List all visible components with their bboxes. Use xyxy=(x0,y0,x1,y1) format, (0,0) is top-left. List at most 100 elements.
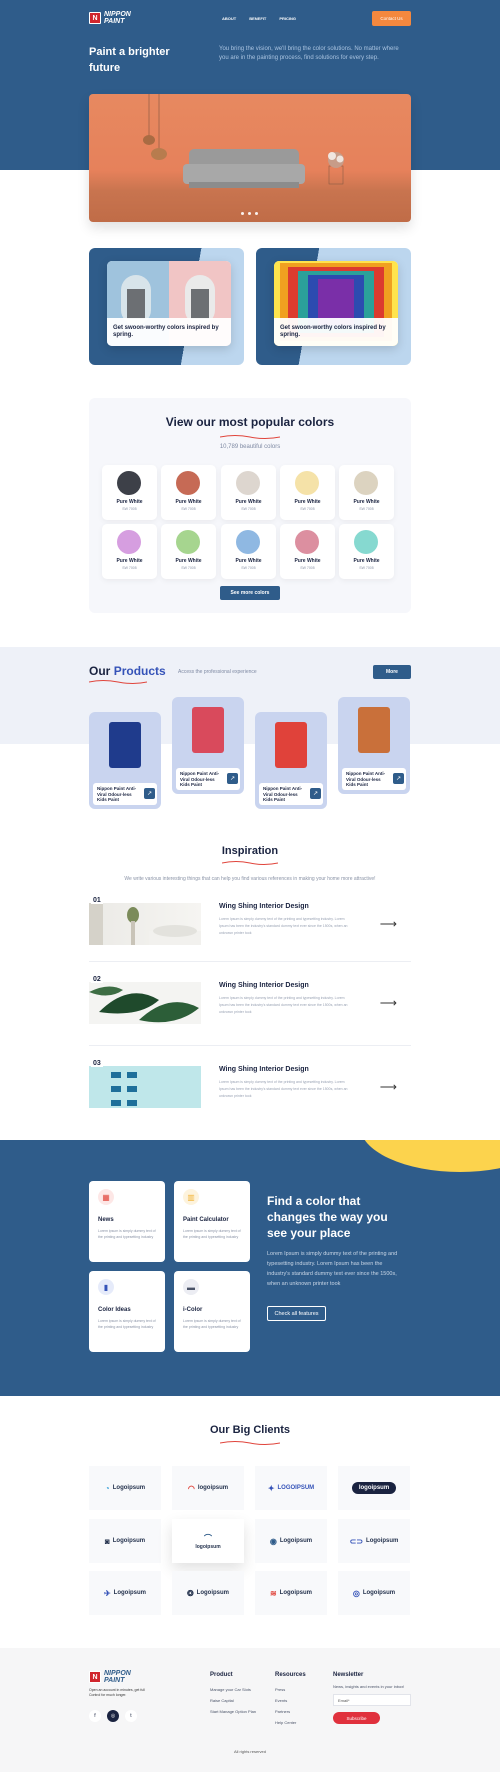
footer-link[interactable]: Events xyxy=(275,1698,287,1703)
twitter-icon[interactable]: t xyxy=(125,1710,137,1722)
products-title: Our Products xyxy=(89,664,166,678)
spring-card[interactable]: Get swoon-worthy colors inspired by spri… xyxy=(89,248,244,365)
color-swatch[interactable]: Pure White SW 7005 xyxy=(102,524,157,579)
arrow-icon[interactable]: ↗ xyxy=(310,788,321,799)
color-swatch[interactable]: Pure White SW 7005 xyxy=(280,465,335,520)
feature-card-paint-calculator[interactable]: ▥ Paint Calculator Lorem ipsum is simply… xyxy=(174,1181,250,1262)
arrow-icon[interactable]: ↗ xyxy=(393,773,404,784)
arrow-icon[interactable]: ↗ xyxy=(144,788,155,799)
email-field[interactable]: Email* xyxy=(333,1694,411,1706)
feature-card-color-ideas[interactable]: ▮ Color Ideas Lorem ipsum is simply dumm… xyxy=(89,1271,165,1352)
contact-button[interactable]: Contact Us xyxy=(372,11,411,26)
product-card[interactable]: Nippon Paint Anti-Viral Odour-less Kids … xyxy=(255,712,327,809)
top-nav: N NIPPON PAINT ABOUT BENEFIT PRICING Con… xyxy=(89,11,411,27)
popular-subtitle: 10,789 beautiful colors xyxy=(219,444,281,450)
color-swatch[interactable]: Pure White SW 7005 xyxy=(161,465,216,520)
client-logo[interactable]: ⊂⊃ Logoipsum xyxy=(338,1519,410,1563)
client-logo[interactable]: ≋ Logoipsum xyxy=(255,1571,327,1615)
client-logo-text: logoipsum xyxy=(197,1485,229,1491)
arrow-right-icon[interactable]: ⟶ xyxy=(380,917,397,931)
client-logo[interactable]: ◔ Logoipsum xyxy=(89,1466,161,1510)
client-logo-text: Logoipsum xyxy=(279,1590,313,1596)
client-logo[interactable]: ❂ Logoipsum xyxy=(172,1571,244,1615)
popular-colors-section: View our most popular colors 10,789 beau… xyxy=(89,398,411,613)
client-logo[interactable]: ✦ LOGOIPSUM xyxy=(255,1466,327,1510)
feature-card-i-color[interactable]: ▬ i-Color Lorem ipsum is simply dummy te… xyxy=(174,1271,250,1352)
color-swatch[interactable]: Pure White SW 7005 xyxy=(221,465,276,520)
inspiration-item[interactable]: 02 Wing Shing Interior Design Lorem Ipsu… xyxy=(89,976,411,1024)
inspiration-item-body: Lorem Ipsum is simply dummy text of the … xyxy=(219,1080,348,1098)
arrow-right-icon[interactable]: ⟶ xyxy=(380,996,397,1010)
carousel-dot[interactable] xyxy=(241,212,244,215)
carousel-dot[interactable] xyxy=(248,212,251,215)
check-features-button[interactable]: Check all features xyxy=(267,1306,326,1321)
nav-link-benefit[interactable]: BENEFIT xyxy=(249,16,266,21)
client-logo[interactable]: ✈ Logoipsum xyxy=(89,1571,161,1615)
color-swatch[interactable]: Pure White SW 7005 xyxy=(339,524,394,579)
footer-link[interactable]: Raise Capital xyxy=(210,1698,234,1703)
brand-logo[interactable]: N NIPPON PAINT xyxy=(89,11,131,25)
subscribe-button[interactable]: Subscribe xyxy=(333,1712,380,1724)
swatch-code: SW 7005 xyxy=(359,507,374,511)
footer-logo[interactable]: N NIPPON PAINT xyxy=(89,1670,131,1684)
client-logo-text: Logoipsum xyxy=(112,1538,146,1544)
color-swatch[interactable]: Pure White SW 7005 xyxy=(280,524,335,579)
swatch-color xyxy=(117,530,141,554)
feature-card-news[interactable]: ▦ News Lorem ipsum is simply dummy text … xyxy=(89,1181,165,1262)
inspiration-item-body: Lorem Ipsum is simply dummy text of the … xyxy=(219,996,348,1014)
inspiration-number: 01 xyxy=(91,897,103,904)
swatch-color xyxy=(117,471,141,495)
inspiration-item[interactable]: 01 Wing Shing Interior Design Lorem Ipsu… xyxy=(89,897,411,945)
feature-card-title: News xyxy=(98,1217,114,1223)
underline-squiggle xyxy=(89,680,147,684)
swatch-color xyxy=(176,471,200,495)
swatch-name: Pure White xyxy=(116,558,143,564)
inspiration-number: 02 xyxy=(91,976,103,983)
facebook-icon[interactable]: f xyxy=(89,1710,101,1722)
footer-link[interactable]: Manage your Car Slots xyxy=(210,1687,251,1692)
client-logo[interactable]: ⌒ logoipsum xyxy=(172,1519,244,1563)
inspiration-item[interactable]: 03 Wing Shing Interior Design Lorem Ipsu… xyxy=(89,1060,411,1108)
arrow-right-icon[interactable]: ⟶ xyxy=(380,1080,397,1094)
nav-link-about[interactable]: ABOUT xyxy=(222,16,236,21)
color-swatch[interactable]: Pure White SW 7005 xyxy=(221,524,276,579)
inspiration-item-title: Wing Shing Interior Design xyxy=(219,982,309,989)
footer-link[interactable]: Help Center xyxy=(275,1720,296,1725)
footer-link[interactable]: Start Manage Option Plan xyxy=(210,1709,256,1714)
footer-link[interactable]: Partners xyxy=(275,1709,290,1714)
inspiration-item-title: Wing Shing Interior Design xyxy=(219,903,309,910)
client-logo-text: Logoipsum xyxy=(279,1538,313,1544)
underline-squiggle xyxy=(220,1441,280,1445)
feature-card-title: Color Ideas xyxy=(98,1307,131,1313)
copyright: All rights reserved xyxy=(233,1749,266,1754)
color-swatch[interactable]: Pure White SW 7005 xyxy=(102,465,157,520)
color-swatch[interactable]: Pure White SW 7005 xyxy=(161,524,216,579)
swatch-code: SW 7005 xyxy=(122,566,137,570)
client-logo[interactable]: ◙ Logoipsum xyxy=(89,1519,161,1563)
client-logo[interactable]: ◉ Logoipsum xyxy=(255,1519,327,1563)
inspiration-item-body: Lorem Ipsum is simply dummy text of the … xyxy=(219,917,348,935)
arrow-icon[interactable]: ↗ xyxy=(227,773,238,784)
instagram-icon[interactable]: ◎ xyxy=(107,1710,119,1722)
carousel-dot[interactable] xyxy=(255,212,258,215)
product-card[interactable]: Nippon Paint Anti-Viral Odour-less Kids … xyxy=(172,697,244,794)
logo-icon: ◠ xyxy=(187,1483,195,1493)
logo-icon: ✦ xyxy=(267,1483,275,1493)
client-logo[interactable]: ◎ Logoipsum xyxy=(338,1571,410,1615)
feature-card-title: i-Color xyxy=(183,1307,203,1313)
product-card[interactable]: Nippon Paint Anti-Viral Odour-less Kids … xyxy=(338,697,410,794)
hero-title: Paint a brighter future xyxy=(89,46,170,74)
see-more-colors-button[interactable]: See more colors xyxy=(220,586,280,600)
products-more-button[interactable]: More xyxy=(373,665,411,679)
spring-card[interactable]: Get swoon-worthy colors inspired by spri… xyxy=(256,248,411,365)
features-title: Find a color that changes the way you se… xyxy=(267,1194,388,1240)
client-logo[interactable]: logoipsum xyxy=(338,1466,410,1510)
client-logo[interactable]: ◠ logoipsum xyxy=(172,1466,244,1510)
swatch-color xyxy=(295,530,319,554)
product-card[interactable]: Nippon Paint Anti-Viral Odour-less Kids … xyxy=(89,712,161,809)
swatch-color xyxy=(354,471,378,495)
color-swatch[interactable]: Pure White SW 7005 xyxy=(339,465,394,520)
footer-link[interactable]: Press xyxy=(275,1687,285,1692)
chat-icon: ▬ xyxy=(183,1279,199,1295)
nav-link-pricing[interactable]: PRICING xyxy=(279,16,296,21)
